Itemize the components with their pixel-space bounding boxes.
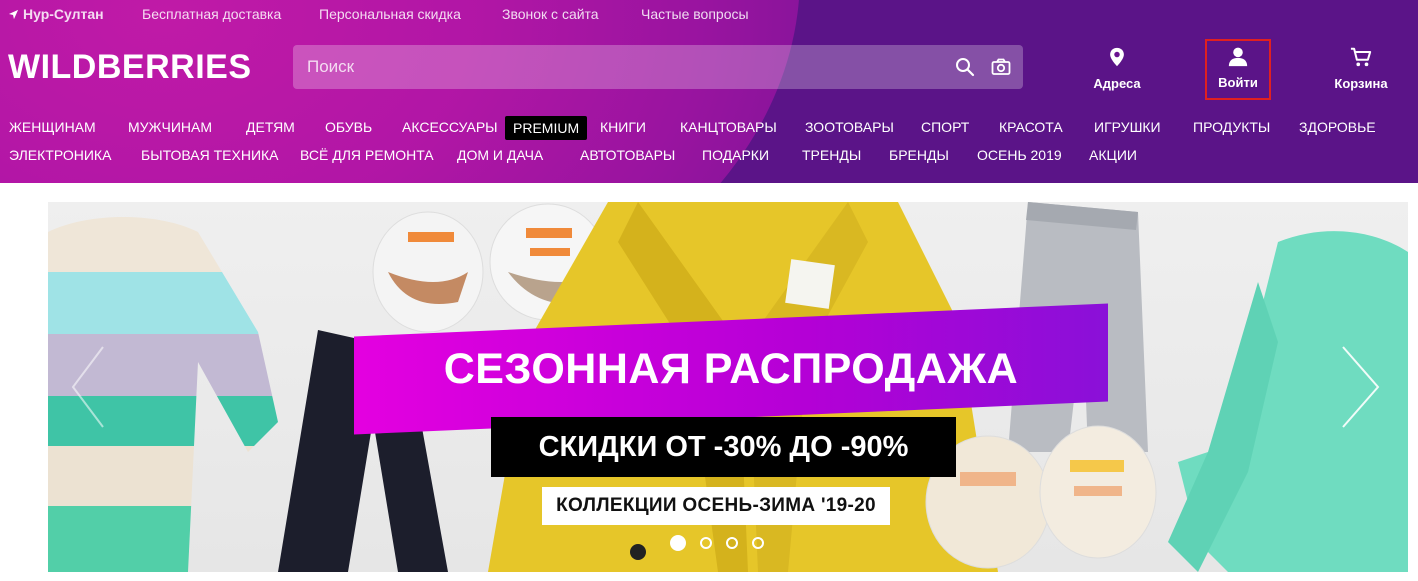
city-selector[interactable]: Нур-Султан [8, 6, 104, 22]
search-bar [293, 45, 1023, 89]
nav-stationery[interactable]: КАНЦТОВАРЫ [680, 117, 777, 137]
user-icon [1228, 47, 1248, 67]
promo-headline-box: СЕЗОННАЯ РАСПРОДАЖА [354, 303, 1108, 435]
nav-men[interactable]: МУЖЧИНАМ [128, 117, 212, 137]
cart-label: Корзина [1334, 76, 1388, 91]
nav-books[interactable]: КНИГИ [600, 117, 646, 137]
faq-link[interactable]: Частые вопросы [641, 6, 749, 22]
cart-button[interactable]: Корзина [1328, 44, 1394, 91]
slider-dot-3[interactable] [726, 537, 738, 549]
nav-electronics[interactable]: ЭЛЕКТРОНИКА [9, 145, 111, 165]
search-icon [956, 58, 975, 77]
location-arrow-icon [8, 9, 19, 19]
personal-discount-link[interactable]: Персональная скидка [319, 6, 461, 22]
addresses-button[interactable]: Адреса [1084, 44, 1150, 91]
nav-repair[interactable]: ВСЁ ДЛЯ РЕМОНТА [300, 145, 434, 165]
nav-home-garden[interactable]: ДОМ И ДАЧА [457, 145, 543, 165]
city-name: Нур-Султан [23, 6, 104, 22]
nav-brands[interactable]: БРЕНДЫ [889, 145, 949, 165]
top-info-bar: Нур-Султан Бесплатная доставка Персональ… [0, 0, 800, 30]
login-label: Войти [1218, 75, 1258, 90]
camera-icon [991, 58, 1011, 75]
nav-appliances[interactable]: БЫТОВАЯ ТЕХНИКА [141, 145, 279, 165]
category-nav-row-1: ЖЕНЩИНАМ МУЖЧИНАМ ДЕТЯМ ОБУВЬ АКСЕССУАРЫ… [0, 116, 1418, 141]
promo-discount: СКИДКИ ОТ -30% ДО -90% [491, 417, 956, 477]
site-header: Нур-Султан Бесплатная доставка Персональ… [0, 0, 1418, 183]
slider-dot-2[interactable] [700, 537, 712, 549]
map-pin-icon [1110, 47, 1124, 67]
nav-auto[interactable]: АВТОТОВАРЫ [580, 145, 675, 165]
search-input[interactable] [293, 45, 947, 89]
nav-groceries[interactable]: ПРОДУКТЫ [1193, 117, 1270, 137]
promo-collection: КОЛЛЕКЦИИ ОСЕНЬ-ЗИМА '19-20 [542, 487, 890, 525]
category-nav-row-2: ЭЛЕКТРОНИКА БЫТОВАЯ ТЕХНИКА ВСЁ ДЛЯ РЕМО… [0, 145, 1418, 169]
free-delivery-link[interactable]: Бесплатная доставка [142, 6, 281, 22]
slider-dot-4[interactable] [752, 537, 764, 549]
nav-autumn-2019[interactable]: ОСЕНЬ 2019 [977, 145, 1062, 165]
promo-banner-slider[interactable]: СЕЗОННАЯ РАСПРОДАЖА СКИДКИ ОТ -30% ДО -9… [48, 202, 1408, 572]
wildberries-logo[interactable]: WILDBERRIES [8, 48, 252, 87]
nav-toys[interactable]: ИГРУШКИ [1094, 117, 1161, 137]
promo-headline: СЕЗОННАЯ РАСПРОДАЖА [443, 344, 1019, 393]
nav-premium[interactable]: PREMIUM [505, 116, 588, 140]
login-button[interactable]: Войти [1205, 39, 1271, 100]
slider-next-arrow-icon[interactable] [1333, 337, 1383, 437]
nav-beauty[interactable]: КРАСОТА [999, 117, 1063, 137]
nav-pet-supplies[interactable]: ЗООТОВАРЫ [805, 117, 894, 137]
nav-promotions[interactable]: АКЦИИ [1089, 145, 1137, 165]
search-button[interactable] [947, 45, 983, 89]
nav-health[interactable]: ЗДОРОВЬЕ [1299, 117, 1376, 137]
slider-dot-1[interactable] [670, 535, 686, 551]
nav-sport[interactable]: СПОРТ [921, 117, 969, 137]
nav-shoes[interactable]: ОБУВЬ [325, 117, 372, 137]
nav-gifts[interactable]: ПОДАРКИ [702, 145, 769, 165]
callback-link[interactable]: Звонок с сайта [502, 6, 599, 22]
nav-women[interactable]: ЖЕНЩИНАМ [9, 117, 96, 137]
addresses-label: Адреса [1093, 76, 1141, 91]
nav-accessories[interactable]: АКСЕССУАРЫ [402, 117, 498, 137]
nav-kids[interactable]: ДЕТЯМ [246, 117, 295, 137]
slider-pagination [670, 535, 764, 551]
nav-trends[interactable]: ТРЕНДЫ [802, 145, 861, 165]
slider-prev-arrow-icon[interactable] [63, 337, 113, 437]
shopping-cart-icon [1350, 47, 1372, 67]
photo-search-button[interactable] [983, 45, 1019, 89]
